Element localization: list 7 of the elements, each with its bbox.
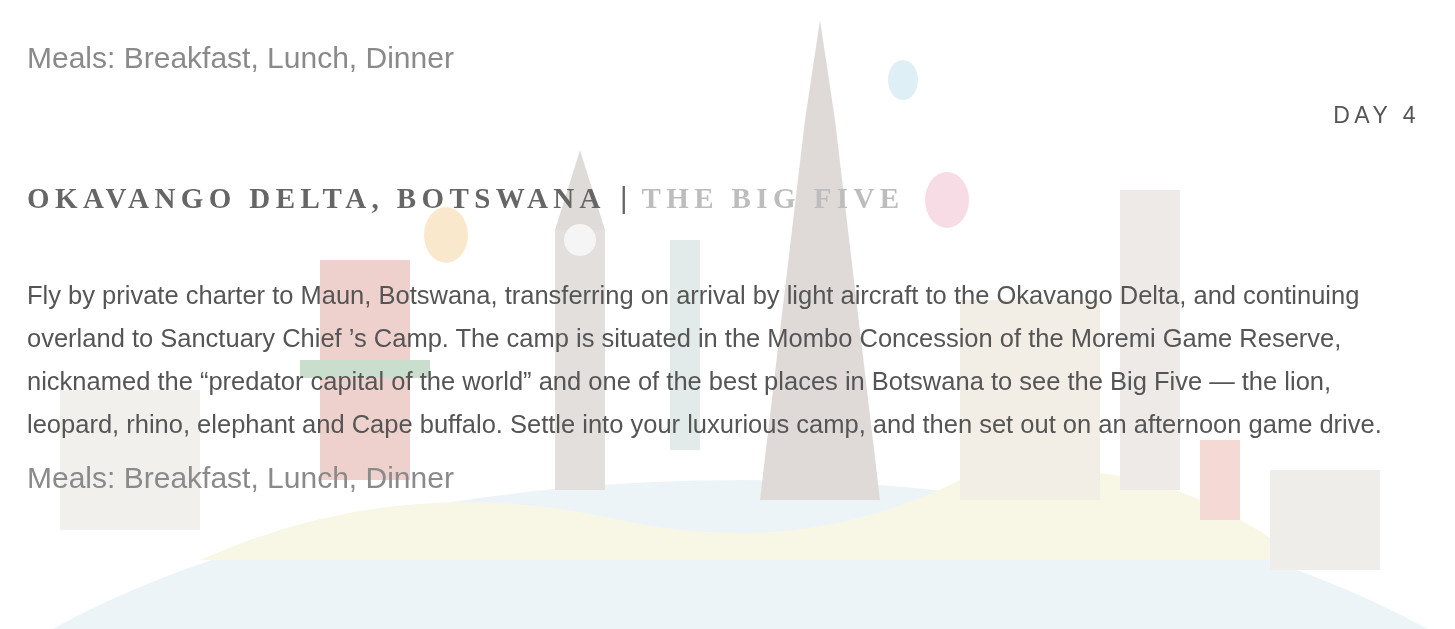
title-separator: | bbox=[619, 181, 628, 216]
meals-text: Meals: Breakfast, Lunch, Dinner bbox=[27, 40, 455, 76]
theme-subtitle: THE BIG FIVE bbox=[641, 181, 905, 216]
day-description: Fly by private charter to Maun, Botswana, transferring on arrival by light aircraft to the Okavango Delta, and continuing overland to Sanctuary Chief ’s Camp. The camp is situated in the Mombo Concession of the Moremi Game Reserve, nicknamed the “predator capital of the world” and one of the best places in Botswana to see the Big Five — the lion, leopard, rhino, elephant and Cape buffalo. Settle into your luxurious camp, and then set out on an afternoon game drive. bbox=[27, 279, 1383, 440]
destination-title: OKAVANGO DELTA, BOTSWANA bbox=[27, 181, 606, 216]
day-label: DAY 4 bbox=[1333, 102, 1420, 129]
meals-text: Meals: Breakfast, Lunch, Dinner bbox=[27, 459, 455, 496]
